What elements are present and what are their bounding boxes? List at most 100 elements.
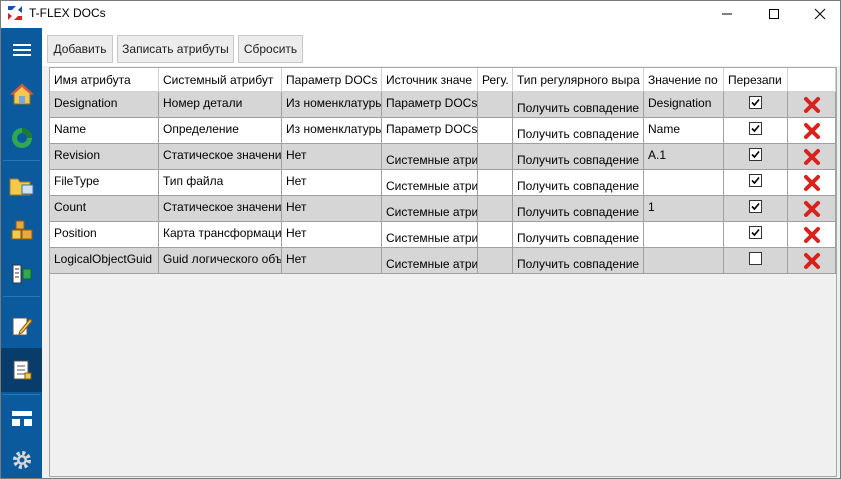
table-cell[interactable] (644, 248, 724, 274)
column-header[interactable]: Тип регулярного выра (513, 68, 644, 92)
table-cell[interactable]: Нет (282, 144, 382, 170)
close-button[interactable] (797, 1, 840, 27)
minimize-button[interactable] (704, 1, 750, 27)
delete-row-button[interactable] (803, 200, 821, 218)
overwrite-checkbox[interactable] (749, 226, 762, 239)
add-button[interactable]: Добавить (47, 35, 113, 63)
column-header[interactable] (788, 68, 836, 92)
table-cell[interactable]: Получить совпадение (513, 222, 644, 248)
delete-icon (804, 97, 820, 113)
reset-button[interactable]: Сбросить (238, 35, 303, 63)
table-cell[interactable]: Карта трансформаци (159, 222, 282, 248)
table-cell[interactable]: Из номенклатуры (282, 92, 382, 118)
sidebar-item-document-list[interactable] (1, 348, 42, 392)
table-cell[interactable] (478, 222, 513, 248)
overwrite-checkbox[interactable] (749, 174, 762, 187)
delete-icon (804, 149, 820, 165)
table-cell[interactable]: Получить совпадение (513, 144, 644, 170)
table-cell[interactable] (478, 248, 513, 274)
sidebar-item-objects[interactable] (1, 208, 42, 252)
table-cell[interactable]: Параметр DOCs (382, 118, 478, 144)
app-window: T-FLEX DOCs Добавить Записать атрибуты С… (0, 0, 841, 479)
table-cell[interactable]: FileType (50, 170, 159, 196)
column-header[interactable]: Системный атрибут (159, 68, 282, 92)
gear-icon (12, 451, 31, 469)
table-cell[interactable]: Guid логического объ (159, 248, 282, 274)
checkmark-icon (751, 202, 760, 211)
table-cell[interactable]: Определение (159, 118, 282, 144)
table-cell[interactable]: Статическое значени (159, 196, 282, 222)
delete-row-button[interactable] (803, 226, 821, 244)
table-cell[interactable]: Системные атри (382, 248, 478, 274)
table-cell[interactable]: Position (50, 222, 159, 248)
write-attributes-button[interactable]: Записать атрибуты (117, 35, 234, 63)
table-cell[interactable]: Designation (50, 92, 159, 118)
table-cell (788, 170, 836, 196)
table-cell[interactable]: Нет (282, 196, 382, 222)
table-cell[interactable]: Получить совпадение (513, 248, 644, 274)
overwrite-checkbox[interactable] (749, 252, 762, 265)
table-cell[interactable]: Revision (50, 144, 159, 170)
column-header[interactable]: Регу. (478, 68, 513, 92)
table-cell[interactable]: Системные атри (382, 170, 478, 196)
sidebar-item-folders[interactable] (1, 164, 42, 208)
sidebar-item-docs[interactable] (1, 116, 42, 160)
column-header[interactable]: Перезапи (724, 68, 788, 92)
table-cell[interactable]: Системные атри (382, 196, 478, 222)
overwrite-checkbox[interactable] (749, 96, 762, 109)
sidebar-separator (3, 160, 40, 161)
table-cell[interactable] (478, 170, 513, 196)
table-cell[interactable]: Нет (282, 248, 382, 274)
delete-row-button[interactable] (803, 96, 821, 114)
table-cell[interactable]: Получить совпадение (513, 170, 644, 196)
checkmark-icon (751, 124, 760, 133)
column-header[interactable]: Источник значе (382, 68, 478, 92)
table-cell[interactable]: Count (50, 196, 159, 222)
table-cell[interactable]: Номер детали (159, 92, 282, 118)
table-cell[interactable]: Тип файла (159, 170, 282, 196)
table-cell[interactable]: Designation (644, 92, 724, 118)
delete-row-button[interactable] (803, 252, 821, 270)
table-cell[interactable]: Системные атри (382, 144, 478, 170)
overwrite-checkbox[interactable] (749, 122, 762, 135)
table-cell[interactable]: Получить совпадение (513, 196, 644, 222)
table-cell[interactable]: A.1 (644, 144, 724, 170)
table-cell (724, 170, 788, 196)
overwrite-checkbox[interactable] (749, 200, 762, 213)
maximize-button[interactable] (751, 1, 797, 27)
table-cell[interactable]: Получить совпадение (513, 92, 644, 118)
table-cell[interactable]: Нет (282, 170, 382, 196)
title-bar[interactable]: T-FLEX DOCs (1, 1, 840, 28)
table-cell[interactable] (644, 222, 724, 248)
close-icon (814, 8, 826, 20)
table-cell[interactable]: Name (644, 118, 724, 144)
overwrite-checkbox[interactable] (749, 148, 762, 161)
table-cell (788, 248, 836, 274)
delete-row-button[interactable] (803, 122, 821, 140)
table-cell[interactable]: Статическое значени (159, 144, 282, 170)
table-cell[interactable]: Нет (282, 222, 382, 248)
table-cell[interactable]: Системные атри (382, 222, 478, 248)
sidebar-item-edit[interactable] (1, 304, 42, 348)
table-cell[interactable] (478, 196, 513, 222)
table-cell[interactable]: LogicalObjectGuid (50, 248, 159, 274)
sidebar-item-structure[interactable] (1, 252, 42, 296)
table-cell[interactable] (644, 170, 724, 196)
table-cell[interactable] (478, 118, 513, 144)
sidebar-item-home[interactable] (1, 72, 42, 116)
sidebar-item-settings[interactable] (1, 438, 42, 478)
table-cell[interactable] (478, 144, 513, 170)
delete-row-button[interactable] (803, 148, 821, 166)
table-cell[interactable]: Из номенклатуры (282, 118, 382, 144)
column-header[interactable]: Значение по (644, 68, 724, 92)
column-header[interactable]: Параметр DOCs (282, 68, 382, 92)
table-cell[interactable]: Name (50, 118, 159, 144)
sidebar-item-hierarchy[interactable] (1, 396, 42, 440)
column-header[interactable]: Имя атрибута (50, 68, 159, 92)
table-cell[interactable]: 1 (644, 196, 724, 222)
sidebar-item-menu[interactable] (1, 28, 42, 72)
table-cell[interactable]: Параметр DOCs (382, 92, 478, 118)
delete-row-button[interactable] (803, 174, 821, 192)
table-cell[interactable] (478, 92, 513, 118)
table-cell[interactable]: Получить совпадение (513, 118, 644, 144)
